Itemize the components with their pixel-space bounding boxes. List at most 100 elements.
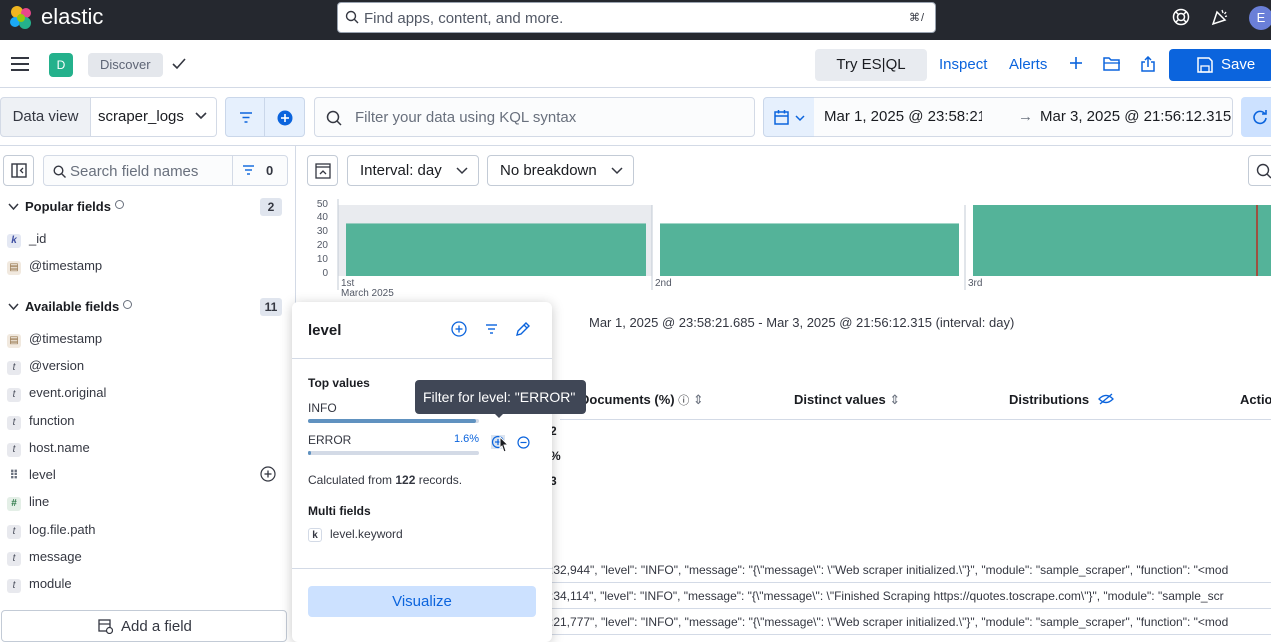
search-icon xyxy=(53,165,66,178)
interval-selector[interactable]: Interval: day xyxy=(347,155,479,186)
multi-field-name: level.keyword xyxy=(330,527,403,541)
pencil-icon[interactable] xyxy=(515,321,531,337)
text-type-icon: t xyxy=(7,388,21,402)
document-row[interactable]: :34,114", "level": "INFO", "message": "{… xyxy=(550,583,1271,609)
breakdown-selector[interactable]: No breakdown xyxy=(487,155,634,186)
calc-suffix: records. xyxy=(415,473,463,487)
kql-placeholder: Filter your data using KQL syntax xyxy=(355,109,577,126)
menu-icon[interactable] xyxy=(11,57,29,71)
field-item-level[interactable]: ⠿ level xyxy=(7,466,282,487)
visualize-button[interactable]: Visualize xyxy=(308,586,536,617)
field-item-message[interactable]: t message xyxy=(7,549,82,569)
breadcrumb[interactable]: Discover xyxy=(88,53,163,77)
minus-circle-icon[interactable] xyxy=(517,436,530,449)
field-item-function[interactable]: t function xyxy=(7,413,75,433)
popular-fields-count: 2 xyxy=(260,198,282,216)
date-range-picker[interactable]: Mar 1, 2025 @ 23:58:21.685 → Mar 3, 2025… xyxy=(814,97,1233,137)
try-esql-button[interactable]: Try ES|QL xyxy=(815,49,927,81)
chevron-down-icon xyxy=(8,203,19,211)
field-name: event.original xyxy=(29,385,107,400)
document-row[interactable]: :32,944", "level": "INFO", "message": "{… xyxy=(550,557,1271,583)
elastic-logo-icon[interactable] xyxy=(8,5,34,31)
kql-search-input[interactable]: Filter your data using KQL syntax xyxy=(314,97,755,137)
chart-options-button[interactable] xyxy=(1248,155,1271,186)
field-item-log-file-path[interactable]: t log.file.path xyxy=(7,522,96,542)
text-type-icon: t xyxy=(7,579,21,593)
popular-fields-title: Popular fields xyxy=(25,199,111,214)
field-search-input[interactable]: Search field names 0 xyxy=(43,155,288,186)
field-item-version[interactable]: t @version xyxy=(7,358,84,378)
refresh-button[interactable] xyxy=(1241,97,1271,137)
visualize-icon xyxy=(1256,163,1271,179)
field-name: module xyxy=(29,576,72,591)
field-item-event-original[interactable]: t event.original xyxy=(7,385,106,405)
interval-label: Interval: day xyxy=(360,162,442,179)
text-type-icon: t xyxy=(7,525,21,539)
chevron-down-icon xyxy=(611,167,623,175)
field-name: @timestamp xyxy=(29,258,103,273)
add-column-icon[interactable] xyxy=(451,321,467,337)
open-folder-icon[interactable] xyxy=(1103,56,1121,71)
share-icon[interactable] xyxy=(1141,56,1155,72)
col-distributions[interactable]: Distributions xyxy=(1009,392,1114,407)
add-field-button[interactable]: Add a field xyxy=(1,610,287,642)
info-icon xyxy=(114,200,124,209)
info-icon: ⓘ xyxy=(678,395,690,407)
brand-name[interactable]: elastic xyxy=(41,4,103,30)
save-button[interactable]: Save xyxy=(1169,49,1271,81)
filter-menu-button[interactable] xyxy=(225,97,265,137)
global-search-input[interactable]: Find apps, content, and more. ⌘/ xyxy=(337,2,936,33)
multi-field-item[interactable]: k level.keyword xyxy=(308,527,403,542)
data-view-label: Data view xyxy=(0,97,91,137)
eye-closed-icon[interactable] xyxy=(1097,393,1114,405)
new-search-icon[interactable] xyxy=(1069,56,1083,70)
field-item-timestamp[interactable]: ▤ @timestamp xyxy=(7,331,102,351)
quick-date-menu-button[interactable] xyxy=(763,97,815,137)
field-item-host-name[interactable]: t host.name xyxy=(7,440,90,460)
query-bar: Data view scraper_logs Filter your data … xyxy=(0,88,1271,146)
news-feed-icon[interactable] xyxy=(1211,8,1229,26)
text-type-icon: t xyxy=(7,361,21,375)
field-item-timestamp[interactable]: ▤ @timestamp xyxy=(7,258,102,278)
y-tick: 30 xyxy=(316,226,328,237)
info-icon xyxy=(123,300,133,309)
sort-icon[interactable]: ⇕ xyxy=(889,392,900,407)
field-item-id[interactable]: k _id xyxy=(7,231,46,251)
number-type-icon: # xyxy=(7,497,21,511)
field-item-line[interactable]: # line xyxy=(7,494,49,514)
top-value-bar xyxy=(308,451,479,455)
date-end[interactable]: Mar 3, 2025 @ 21:56:12.315 xyxy=(1040,98,1231,136)
inspect-link[interactable]: Inspect xyxy=(939,56,987,73)
popular-fields-header[interactable]: Popular fields xyxy=(8,199,124,214)
filter-icon[interactable] xyxy=(242,165,255,175)
alerts-link[interactable]: Alerts xyxy=(1009,56,1047,73)
add-filter-button[interactable] xyxy=(265,97,305,137)
sort-icon[interactable]: ⇕ xyxy=(693,392,704,407)
chevron-down-icon xyxy=(195,112,207,120)
field-name: line xyxy=(29,494,50,509)
data-view-selector[interactable]: scraper_logs xyxy=(90,97,217,137)
available-fields-header[interactable]: Available fields xyxy=(8,299,133,314)
chevron-down-icon xyxy=(456,167,468,175)
help-icon[interactable] xyxy=(1172,8,1190,26)
field-name: @version xyxy=(29,358,85,373)
space-avatar[interactable]: D xyxy=(49,53,73,77)
filter-icon[interactable] xyxy=(485,324,498,334)
field-name: _id xyxy=(29,231,47,246)
drag-handle-icon[interactable]: ⠿ xyxy=(7,468,21,482)
menu-left-icon xyxy=(11,163,27,178)
text-type-icon: t xyxy=(7,416,21,430)
col-documents[interactable]: Documents (%) ⓘ ⇕ xyxy=(580,392,704,408)
add-field-plus-icon[interactable] xyxy=(260,466,276,482)
y-tick: 50 xyxy=(316,199,328,210)
toggle-chart-button[interactable] xyxy=(307,155,338,186)
histogram-bar xyxy=(346,223,646,276)
top-value-label: INFO xyxy=(308,401,337,415)
collapse-sidebar-button[interactable] xyxy=(3,155,34,186)
field-name: function xyxy=(29,413,75,428)
user-avatar[interactable]: E xyxy=(1249,6,1271,30)
date-start[interactable]: Mar 1, 2025 @ 23:58:21.685 xyxy=(824,98,982,136)
field-item-module[interactable]: t module xyxy=(7,576,72,596)
document-row[interactable]: :21,777", "level": "INFO", "message": "{… xyxy=(550,609,1271,635)
col-distinct[interactable]: Distinct values ⇕ xyxy=(794,392,900,408)
